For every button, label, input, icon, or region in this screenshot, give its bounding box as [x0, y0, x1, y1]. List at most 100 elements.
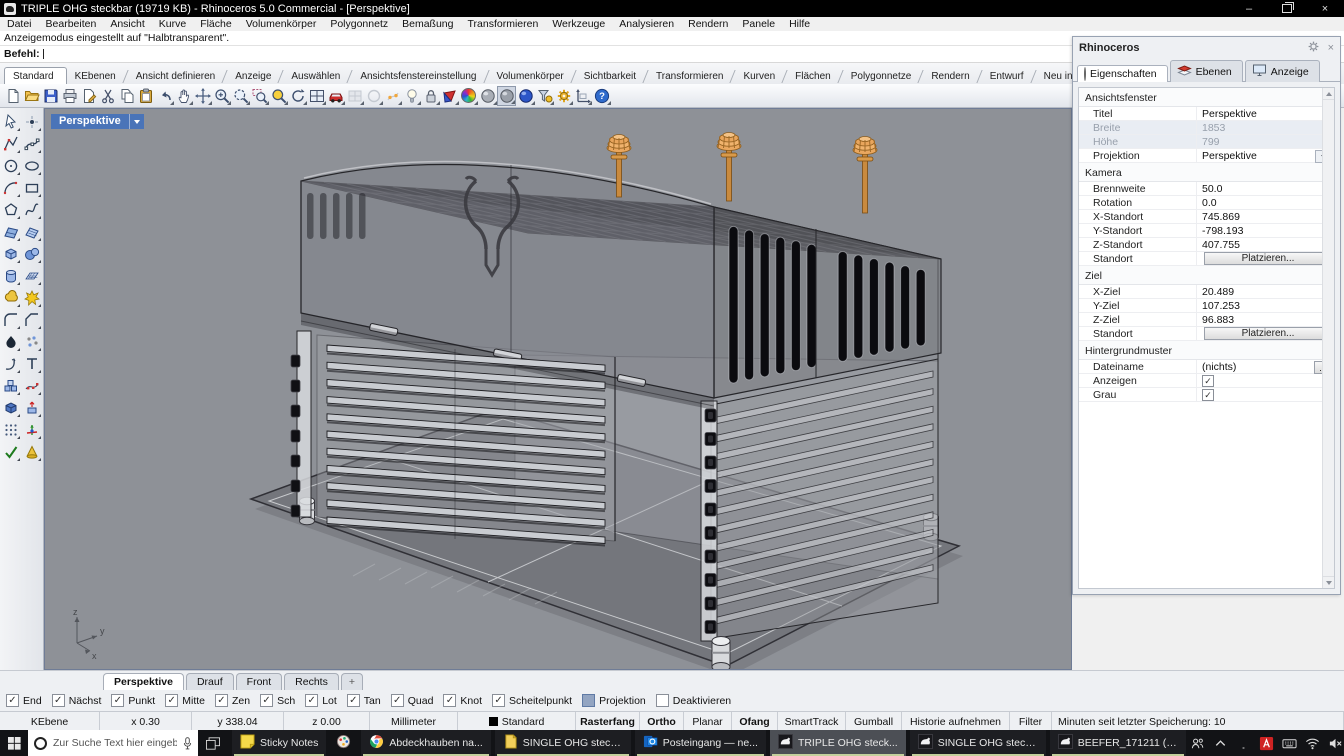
osnap-projektion[interactable]: Projektion — [582, 694, 646, 707]
property-value[interactable]: 0.0 — [1197, 196, 1334, 209]
taskbar-app-palette-icon-1[interactable] — [330, 730, 357, 756]
menu-item-polygonnetz[interactable]: Polygonnetz — [323, 17, 395, 31]
checkbox-quad[interactable]: ✓ — [391, 694, 404, 707]
zoom-selected-icon[interactable] — [269, 86, 288, 106]
open-file-icon[interactable] — [22, 86, 41, 106]
osnap-knot[interactable]: ✓Knot — [443, 694, 482, 707]
taskbar-search-box[interactable]: Zur Suche Text hier eingeben — [28, 730, 198, 756]
panel-scrollbar[interactable] — [1322, 88, 1334, 588]
viewport-tab-perspektive[interactable]: Perspektive — [103, 673, 184, 690]
platzieren-button[interactable]: Platzieren... — [1204, 252, 1332, 265]
property-value[interactable]: -798.193 — [1197, 224, 1334, 237]
display-mode-icon[interactable] — [440, 86, 459, 106]
dot-grid-icon[interactable] — [1, 419, 21, 441]
add-viewport-tab-button[interactable]: + — [341, 673, 363, 690]
property-value[interactable]: 20.489 — [1197, 285, 1334, 298]
gumball-icon[interactable] — [22, 419, 42, 441]
panel-tab-eigenschaften[interactable]: Eigenschaften — [1077, 65, 1168, 82]
polygon-icon[interactable] — [1, 199, 21, 221]
point-cloud-icon[interactable] — [22, 331, 42, 353]
perspective-viewport[interactable]: Perspektive zyx — [44, 108, 1072, 670]
status-ortho[interactable]: Ortho — [640, 712, 684, 731]
explode-icon[interactable] — [22, 287, 42, 309]
status-smarttrack[interactable]: SmartTrack — [778, 712, 846, 731]
menu-item-fl-che[interactable]: Fläche — [193, 17, 239, 31]
checkbox-zen[interactable]: ✓ — [215, 694, 228, 707]
filter-props-icon[interactable] — [535, 86, 554, 106]
checkbox-deaktivieren[interactable] — [656, 694, 669, 707]
freeform-curve-icon[interactable] — [22, 199, 42, 221]
toolbar-tab-ausw-hlen[interactable]: Auswählen — [283, 68, 352, 84]
options-gear-icon[interactable] — [554, 86, 573, 106]
task-view-icon[interactable] — [198, 730, 228, 756]
toolbar-tab-transformieren[interactable]: Transformieren — [648, 68, 735, 84]
curve-hook-icon[interactable] — [1, 353, 21, 375]
taskbar-app-beefer-171211-14-7[interactable]: BEEFER_171211 (14... — [1050, 730, 1186, 756]
checkbox-punkt[interactable]: ✓ — [111, 694, 124, 707]
zoom-dynamic-icon[interactable] — [231, 86, 250, 106]
cone-icon[interactable] — [22, 441, 42, 463]
toolbar-tab-ansicht-definieren[interactable]: Ansicht definieren — [128, 68, 228, 84]
circle-icon[interactable] — [1, 155, 21, 177]
checkbox-sch[interactable]: ✓ — [260, 694, 273, 707]
checkbox-tan[interactable]: ✓ — [347, 694, 360, 707]
osnap-deaktivieren[interactable]: Deaktivieren — [656, 694, 731, 707]
menu-item-bema-ung[interactable]: Bemaßung — [395, 17, 460, 31]
undo-icon[interactable] — [155, 86, 174, 106]
panel-close-icon[interactable]: × — [1328, 42, 1334, 54]
paste-icon[interactable] — [136, 86, 155, 106]
toolbar-tab-kurven[interactable]: Kurven — [735, 68, 787, 84]
cylinder-icon[interactable] — [1, 265, 21, 287]
panel-tab-anzeige[interactable]: Anzeige — [1245, 60, 1320, 82]
minimize-button[interactable]: – — [1230, 0, 1268, 17]
osnap-zen[interactable]: ✓Zen — [215, 694, 250, 707]
viewport-tab-front[interactable]: Front — [236, 673, 283, 690]
help-icon[interactable]: ? — [592, 86, 611, 106]
save-icon[interactable] — [41, 86, 60, 106]
gear-icon[interactable] — [1307, 40, 1320, 56]
taskbar-app-abdeckhauben-na-2[interactable]: Abdeckhauben na... — [361, 730, 490, 756]
blob-icon[interactable] — [1, 331, 21, 353]
taskbar-app-single-ohg-steck-6[interactable]: SINGLE OHG steck... — [910, 730, 1046, 756]
menu-item-kurve[interactable]: Kurve — [152, 17, 193, 31]
phone-icon[interactable] — [1236, 735, 1252, 751]
viewport-tab-rechts[interactable]: Rechts — [284, 673, 339, 690]
polyline-icon[interactable] — [1, 133, 21, 155]
copy-icon[interactable] — [117, 86, 136, 106]
menu-item-ansicht[interactable]: Ansicht — [103, 17, 151, 31]
status-ofang[interactable]: Ofang — [732, 712, 778, 731]
property-value[interactable]: (nichts)... — [1197, 360, 1334, 373]
osnap-mitte[interactable]: ✓Mitte — [165, 694, 205, 707]
sphere-blue-icon[interactable] — [516, 86, 535, 106]
restore-button[interactable] — [1268, 0, 1306, 17]
toolbar-tab-volumenk-rper[interactable]: Volumenkörper — [489, 68, 576, 84]
osnap-lot[interactable]: ✓Lot — [305, 694, 337, 707]
status-historie-aufnehmen[interactable]: Historie aufnehmen — [902, 712, 1010, 731]
cplane-axes-icon[interactable] — [573, 86, 592, 106]
scroll-up-icon[interactable] — [1323, 88, 1334, 100]
new-file-icon[interactable] — [3, 86, 22, 106]
toolbar-tab-sichtbarkeit[interactable]: Sichtbarkeit — [576, 68, 648, 84]
panel-tab-ebenen[interactable]: Ebenen — [1170, 60, 1243, 82]
start-button[interactable] — [0, 730, 28, 756]
box-icon[interactable] — [1, 243, 21, 265]
taskbar-app-single-ohg-steck-3[interactable]: SINGLE OHG steck... — [495, 730, 631, 756]
checkbox-grau[interactable]: ✓ — [1202, 389, 1214, 401]
status-filter[interactable]: Filter — [1010, 712, 1052, 731]
pan-view-icon[interactable] — [174, 86, 193, 106]
checkbox-projektion[interactable] — [582, 694, 595, 707]
property-value[interactable]: Perspektive — [1197, 107, 1334, 120]
viewport-tab-drauf[interactable]: Drauf — [186, 673, 234, 690]
toolbar-tab-standard[interactable]: Standard — [4, 67, 67, 84]
rectangle-icon[interactable] — [22, 177, 42, 199]
cut-icon[interactable] — [98, 86, 117, 106]
property-value[interactable]: 407.755 — [1197, 238, 1334, 251]
toolbar-tab-rendern[interactable]: Rendern — [923, 68, 981, 84]
osnap-punkt[interactable]: ✓Punkt — [111, 694, 155, 707]
block-array-icon[interactable] — [1, 375, 21, 397]
keyboard-icon[interactable] — [1282, 735, 1298, 751]
taskbar-app-posteingang-ne-4[interactable]: Posteingang — ne... — [635, 730, 766, 756]
lock-icon[interactable] — [421, 86, 440, 106]
ellipse-icon[interactable] — [22, 155, 42, 177]
viewport-layout-icon[interactable] — [307, 86, 326, 106]
